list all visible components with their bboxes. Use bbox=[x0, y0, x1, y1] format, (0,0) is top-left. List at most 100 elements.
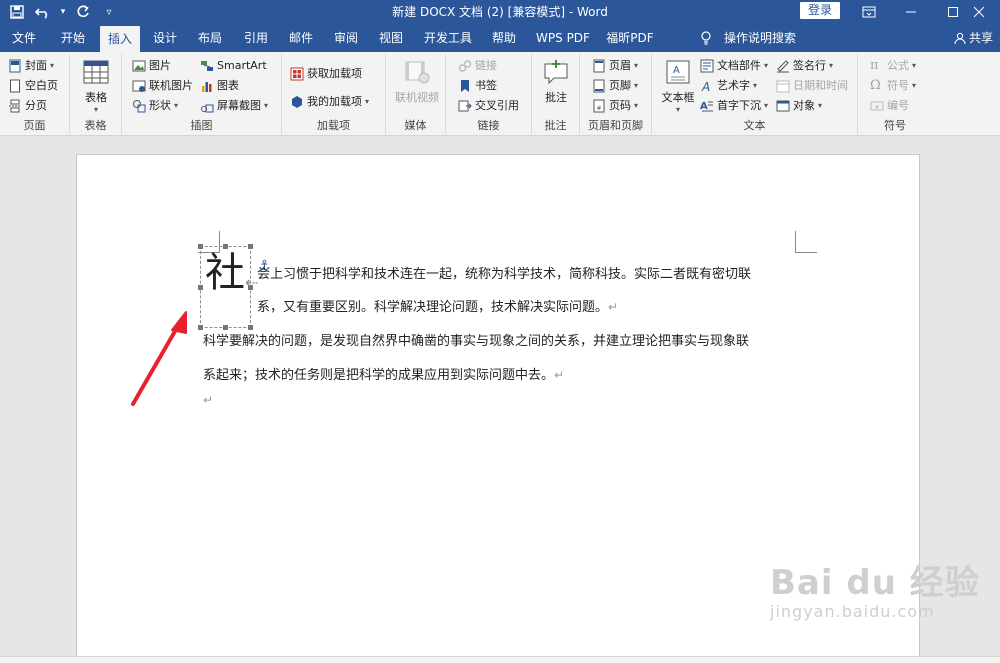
login-button[interactable]: 登录 bbox=[800, 2, 840, 19]
number-button[interactable]: # 编号 bbox=[870, 96, 909, 115]
dropcap-button[interactable]: A 首字下沉 ▾ bbox=[700, 96, 768, 115]
tab-foxit-pdf[interactable]: 福昕PDF bbox=[600, 24, 660, 52]
page-number-button[interactable]: # 页码 ▾ bbox=[592, 96, 638, 115]
cover-page-button[interactable]: 封面 ▾ bbox=[8, 56, 54, 75]
signature-line-button[interactable]: 签名行 ▾ bbox=[776, 56, 833, 75]
tab-file[interactable]: 文件 bbox=[4, 24, 44, 52]
tab-help[interactable]: 帮助 bbox=[484, 24, 524, 52]
table-icon bbox=[83, 60, 109, 84]
undo-icon[interactable] bbox=[32, 1, 54, 23]
tab-references[interactable]: 引用 bbox=[236, 24, 276, 52]
chevron-down-icon: ▾ bbox=[753, 81, 758, 90]
paragraph-2-line-1[interactable]: 科学要解决的问题，是发现自然界中确凿的事实与现象之间的关系，并建立理论把事实与现… bbox=[203, 330, 749, 349]
pi-icon: π bbox=[870, 58, 879, 73]
resize-handle[interactable] bbox=[248, 244, 253, 249]
tab-home[interactable]: 开始 bbox=[50, 24, 96, 52]
wordart-button[interactable]: A 艺术字 ▾ bbox=[700, 76, 757, 95]
group-illustrations: 图片 联机图片 形状 ▾ SmartArt 图表 屏幕截图 ▾ 插图 bbox=[122, 54, 282, 134]
minimize-icon[interactable] bbox=[890, 0, 932, 24]
chevron-down-icon: ▾ bbox=[829, 61, 834, 70]
bookmark-icon bbox=[461, 79, 469, 92]
symbol-button[interactable]: Ω 符号 ▾ bbox=[870, 76, 916, 95]
chevron-down-icon: ▾ bbox=[634, 61, 639, 70]
paragraph-1-line-2[interactable]: 系，又有重要区别。科学解决理论问题，技术解决实际问题。↵ bbox=[257, 296, 618, 315]
get-addins-button[interactable]: 获取加载项 bbox=[290, 64, 362, 83]
resize-handle[interactable] bbox=[223, 244, 228, 249]
tab-view[interactable]: 视图 bbox=[371, 24, 411, 52]
page-number-icon: # bbox=[593, 99, 605, 112]
share-button[interactable]: 共享 bbox=[954, 24, 993, 52]
paragraph-mark: ↵ bbox=[608, 300, 619, 314]
signature-line-icon bbox=[777, 59, 789, 72]
group-header-footer: 页眉 ▾ 页脚 ▾ # 页码 ▾ 页眉和页脚 bbox=[580, 54, 652, 134]
paragraph-2-line-2[interactable]: 系起来；技术的任务则是把科学的成果应用到实际问题中去。↵ bbox=[203, 364, 564, 383]
shapes-button[interactable]: 形状 ▾ bbox=[132, 96, 178, 115]
tab-wps-pdf[interactable]: WPS PDF bbox=[532, 24, 594, 52]
quick-parts-button[interactable]: 文档部件 ▾ bbox=[700, 56, 768, 75]
group-media: 联机视频 媒体 bbox=[386, 54, 446, 134]
link-button[interactable]: 链接 bbox=[458, 56, 497, 75]
new-comment-button[interactable]: 批注 bbox=[536, 58, 576, 105]
calendar-icon bbox=[776, 80, 790, 92]
group-label-pages: 页面 bbox=[23, 119, 46, 132]
group-links: 链接 书签 交叉引用 链接 bbox=[446, 54, 532, 134]
picture-button[interactable]: 图片 bbox=[132, 56, 171, 75]
equation-button[interactable]: π 公式 ▾ bbox=[870, 56, 916, 75]
bookmark-button[interactable]: 书签 bbox=[458, 76, 497, 95]
baidu-watermark: Bai du 经验 jingyan.baidu.com bbox=[770, 555, 980, 621]
screenshot-icon bbox=[201, 104, 214, 112]
dropcap-icon: A bbox=[700, 101, 713, 112]
chevron-down-icon: ▾ bbox=[764, 61, 769, 70]
smartart-button[interactable]: SmartArt bbox=[200, 56, 267, 75]
title-bar: ▾ ▿ 新建 DOCX 文档 (2) [兼容模式] - Word 登录 bbox=[0, 0, 1000, 24]
group-label-comments: 批注 bbox=[544, 119, 567, 132]
chevron-down-icon: ▾ bbox=[912, 81, 917, 90]
close-icon[interactable] bbox=[958, 0, 1000, 24]
textbox-button[interactable]: A 文本框 ▾ bbox=[658, 58, 698, 114]
svg-text:A: A bbox=[700, 101, 708, 112]
chevron-down-icon: ▾ bbox=[634, 101, 639, 110]
svg-text:#: # bbox=[874, 104, 879, 111]
group-label-tables: 表格 bbox=[84, 119, 107, 132]
resize-handle[interactable] bbox=[198, 244, 203, 249]
my-addins-button[interactable]: 我的加载项 ▾ bbox=[290, 92, 369, 111]
tab-insert[interactable]: 插入 bbox=[100, 26, 140, 52]
paragraph-mark: ↵ bbox=[554, 368, 565, 382]
tab-mailings[interactable]: 邮件 bbox=[281, 24, 321, 52]
online-picture-button[interactable]: 联机图片 bbox=[132, 76, 193, 95]
cross-reference-button[interactable]: 交叉引用 bbox=[458, 96, 519, 115]
tab-developer[interactable]: 开发工具 bbox=[419, 24, 477, 52]
customize-icon[interactable]: ▿ bbox=[98, 1, 120, 23]
save-icon[interactable] bbox=[6, 1, 28, 23]
chevron-down-icon: ▾ bbox=[50, 61, 55, 70]
tab-review[interactable]: 审阅 bbox=[326, 24, 366, 52]
group-label-header-footer: 页眉和页脚 bbox=[588, 119, 643, 132]
screenshot-button[interactable]: 屏幕截图 ▾ bbox=[200, 96, 268, 115]
tab-design[interactable]: 设计 bbox=[145, 24, 185, 52]
header-button[interactable]: 页眉 ▾ bbox=[592, 56, 638, 75]
date-time-button[interactable]: 日期和时间 bbox=[776, 76, 848, 95]
paragraph-1-line-1[interactable]: 会上习惯于把科学和技术连在一起，统称为科学技术，简称科技。实际二者既有密切联 bbox=[257, 263, 751, 282]
svg-text:A: A bbox=[701, 80, 710, 93]
chart-button[interactable]: 图表 bbox=[200, 76, 239, 95]
online-video-button[interactable]: 联机视频 bbox=[394, 58, 440, 105]
tab-layout[interactable]: 布局 bbox=[190, 24, 230, 52]
tell-me-label: 操作说明搜索 bbox=[724, 31, 797, 45]
chevron-down-icon: ▾ bbox=[174, 101, 179, 110]
page-break-button[interactable]: 分页 bbox=[8, 96, 47, 115]
tell-me-search[interactable]: 操作说明搜索 bbox=[700, 24, 796, 52]
table-button[interactable]: 表格 ▾ bbox=[76, 58, 116, 114]
resize-handle[interactable] bbox=[198, 285, 203, 290]
empty-paragraph[interactable]: ↵ bbox=[203, 393, 213, 408]
blank-page-button[interactable]: 空白页 bbox=[8, 76, 58, 95]
chevron-down-icon[interactable]: ▾ bbox=[58, 1, 68, 23]
footer-button[interactable]: 页脚 ▾ bbox=[592, 76, 638, 95]
ribbon-display-icon[interactable] bbox=[848, 0, 890, 24]
online-video-icon bbox=[405, 61, 430, 84]
omega-icon: Ω bbox=[870, 78, 881, 93]
chevron-down-icon: ▾ bbox=[264, 101, 269, 110]
quick-access-toolbar: ▾ ▿ bbox=[6, 0, 120, 24]
redo-icon[interactable] bbox=[72, 1, 94, 23]
dropcap-character[interactable]: 社 bbox=[205, 251, 245, 295]
object-button[interactable]: 对象 ▾ bbox=[776, 96, 822, 115]
